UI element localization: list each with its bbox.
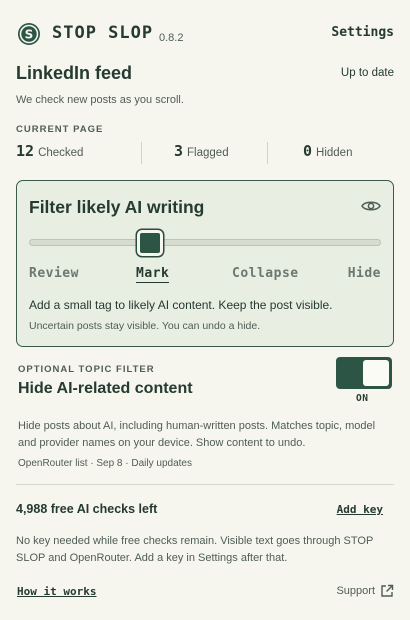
external-link-icon <box>380 584 394 598</box>
stat-label: Hidden <box>316 147 353 159</box>
divider <box>267 142 268 164</box>
level-hide[interactable]: Hide <box>348 266 381 281</box>
settings-button[interactable]: Settings <box>331 25 394 40</box>
filter-description: Add a small tag to likely AI content. Ke… <box>29 298 333 312</box>
topic-filter-description: Hide posts about AI, including human-wri… <box>18 420 376 449</box>
toggle-state-label: ON <box>356 393 369 404</box>
stat-label: Checked <box>38 147 84 159</box>
stat-value: 3 <box>174 142 184 160</box>
brand-name: STOP SLOP <box>52 23 154 43</box>
stat-checked: 12 Checked <box>16 142 83 166</box>
topic-filter-meta: OpenRouter list · Sep 8 · Daily updates <box>18 458 192 469</box>
divider <box>141 142 142 164</box>
level-collapse[interactable]: Collapse <box>232 266 299 281</box>
how-it-works-link[interactable]: How it works <box>17 585 96 598</box>
stat-label: Flagged <box>187 147 229 159</box>
logo-icon: S <box>17 22 41 46</box>
filter-slider-track[interactable] <box>29 239 381 246</box>
level-mark[interactable]: Mark <box>136 266 170 283</box>
stat-flagged: 3 Flagged <box>174 142 229 166</box>
eye-icon[interactable] <box>361 198 381 214</box>
topic-filter-title: Hide AI-related content <box>18 380 193 397</box>
version-label: 0.8.2 <box>159 32 184 44</box>
filter-slider-thumb[interactable] <box>137 230 163 256</box>
filter-note: Uncertain posts stay visible. You can un… <box>29 320 261 332</box>
stat-value: 12 <box>16 142 35 160</box>
support-link[interactable]: Support <box>336 584 394 598</box>
page-title: LinkedIn feed <box>16 63 133 83</box>
toggle-knob <box>363 360 389 386</box>
page-subtitle: We check new posts as you scroll. <box>16 94 184 106</box>
level-review[interactable]: Review <box>29 266 79 281</box>
stats-row: 12 Checked 3 Flagged 0 Hidden <box>16 142 394 166</box>
stat-value: 0 <box>303 142 313 160</box>
support-label: Support <box>336 585 375 597</box>
topic-filter-label: OPTIONAL TOPIC FILTER <box>18 364 155 375</box>
free-checks-remaining: 4,988 free AI checks left <box>16 502 158 516</box>
svg-text:S: S <box>25 28 34 42</box>
status-text: Up to date <box>340 67 394 79</box>
stat-hidden: 0 Hidden <box>303 142 352 166</box>
current-page-label: CURRENT PAGE <box>16 124 104 135</box>
filter-title: Filter likely AI writing <box>29 197 205 217</box>
topic-filter-toggle[interactable] <box>336 357 392 389</box>
filter-card: Filter likely AI writing Review Mark Col… <box>16 180 394 347</box>
key-description: No key needed while free checks remain. … <box>16 535 374 564</box>
header: S STOP SLOP 0.8.2 Settings <box>17 20 394 48</box>
divider <box>16 484 394 485</box>
add-key-button[interactable]: Add key <box>337 503 383 516</box>
